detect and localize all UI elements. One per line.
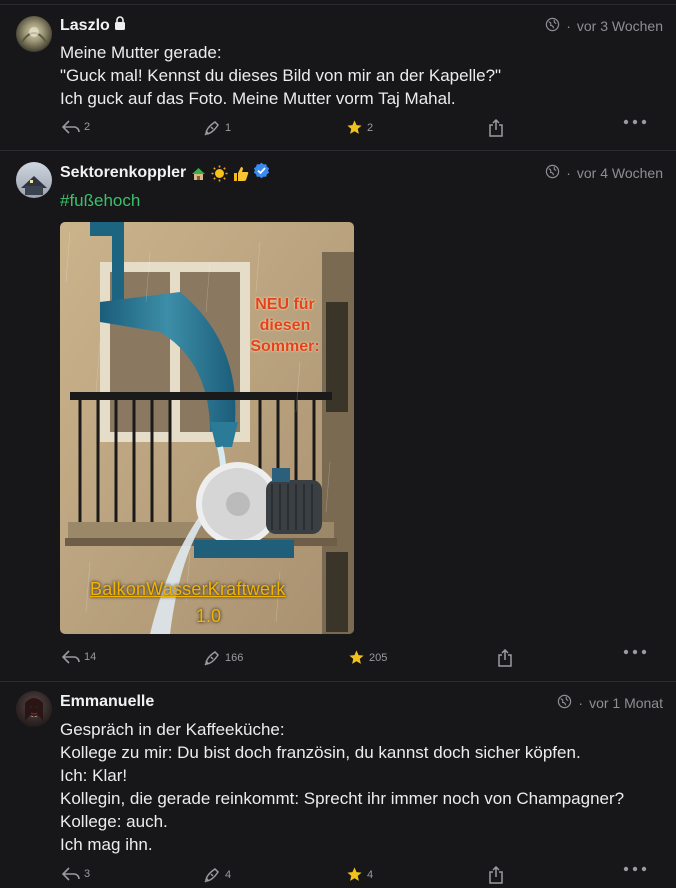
content-line: Kollege: auch.	[60, 812, 168, 831]
reply-icon	[62, 649, 80, 665]
image-text-line: NEU für	[255, 296, 315, 313]
favourite-count: 2	[367, 121, 374, 134]
image-headline: NEU für diesen Sommer:	[230, 294, 340, 357]
more-button[interactable]	[623, 119, 647, 125]
boost-icon	[203, 866, 221, 884]
favourite-button[interactable]: 4	[346, 866, 373, 883]
boost-count: 1	[225, 122, 232, 134]
image-version: 1.0	[196, 606, 222, 626]
boost-button[interactable]: 4	[203, 866, 231, 884]
reply-button[interactable]: 14	[62, 649, 96, 665]
hashtag-link[interactable]: #fußehoch	[60, 191, 140, 211]
favourite-count: 205	[369, 651, 388, 664]
star-icon	[346, 119, 363, 136]
content-line: Ich guck auf das Foto. Meine Mutter vorm…	[60, 89, 456, 108]
content-line: Ich mag ihn.	[60, 835, 153, 854]
star-icon	[346, 866, 363, 883]
more-icon	[623, 866, 647, 872]
boost-icon	[203, 119, 221, 137]
more-icon	[623, 649, 647, 655]
meta-separator: ·	[566, 165, 571, 181]
author-name[interactable]: Sektorenkoppler	[60, 164, 186, 182]
author-name[interactable]: Emmanuelle	[60, 693, 154, 711]
share-icon	[497, 649, 513, 667]
boost-count: 4	[225, 869, 232, 881]
reply-icon	[62, 866, 80, 882]
avatar[interactable]	[16, 162, 52, 198]
share-button[interactable]	[488, 866, 504, 884]
content-line: Meine Mutter gerade:	[60, 43, 222, 62]
content-line: Kollege zu mir: Du bist doch französin, …	[60, 743, 581, 762]
house-emoji-icon	[190, 165, 207, 182]
meta-separator: ·	[578, 695, 584, 711]
content-line: Gespräch in der Kaffeeküche:	[60, 720, 285, 739]
author-name[interactable]: Laszlo	[60, 17, 110, 35]
boost-icon	[203, 649, 221, 667]
post-laszlo[interactable]: Laszlo · vor 3 Wochen Meine Mutter gerad…	[0, 0, 676, 150]
reply-button[interactable]: 3	[62, 866, 90, 882]
image-text-line: diesen	[259, 317, 311, 334]
post-sektorenkoppler[interactable]: Sektorenkoppler · vor 4 Wochen #fußehoch	[0, 151, 676, 681]
more-button[interactable]	[623, 649, 647, 655]
lock-icon	[114, 16, 126, 35]
favourite-count: 4	[367, 868, 374, 881]
post-content: Meine Mutter gerade: "Guck mal! Kennst d…	[60, 41, 501, 110]
content-line: Kollegin, die gerade reinkommt: Sprecht …	[60, 789, 625, 808]
share-button[interactable]	[488, 119, 504, 137]
post-content: Gespräch in der Kaffeeküche: Kollege zu …	[60, 718, 624, 856]
reply-button[interactable]: 2	[62, 119, 90, 135]
reply-count: 14	[84, 651, 97, 663]
avatar[interactable]	[16, 16, 52, 52]
globe-icon	[545, 164, 560, 182]
content-line: Ich: Klar!	[60, 766, 128, 785]
boost-button[interactable]: 1	[203, 119, 231, 137]
boost-button[interactable]: 166	[203, 649, 243, 667]
post-meta: · vor 3 Wochen	[545, 17, 663, 35]
content-line: "Guck mal! Kennst du dieses Bild von mir…	[60, 66, 502, 85]
author-name-row: Emmanuelle	[60, 693, 154, 711]
share-button[interactable]	[497, 649, 513, 667]
action-bar: 3 4 4	[0, 866, 676, 888]
avatar[interactable]	[16, 691, 52, 727]
image-text-line: Sommer:	[250, 338, 320, 355]
post-emmanuelle[interactable]: Emmanuelle · vor 1 Monat Gespräch in der…	[0, 682, 676, 884]
image-product-name: BalkonWasserKraftwerk	[90, 579, 286, 599]
globe-icon	[545, 17, 560, 35]
boost-count: 166	[225, 652, 244, 664]
sun-emoji-icon	[211, 165, 228, 182]
more-icon	[623, 119, 647, 125]
favourite-button[interactable]: 2	[346, 119, 373, 136]
post-time[interactable]: vor 1 Monat	[589, 695, 663, 711]
star-icon	[348, 649, 365, 666]
more-button[interactable]	[623, 866, 647, 872]
thumbs-up-emoji-icon	[232, 165, 249, 182]
author-name-row: Sektorenkoppler	[60, 162, 270, 184]
action-bar: 14 166 205	[0, 649, 676, 671]
author-name-row: Laszlo	[60, 16, 126, 35]
globe-icon	[557, 694, 572, 712]
reply-icon	[62, 119, 80, 135]
media-attachment[interactable]: NEU für diesen Sommer: BalkonWasserKraft…	[60, 222, 354, 634]
post-time[interactable]: vor 3 Wochen	[577, 18, 663, 34]
post-meta: · vor 1 Monat	[557, 694, 663, 712]
action-bar: 2 1 2	[0, 119, 676, 141]
reply-count: 2	[84, 121, 91, 133]
share-icon	[488, 866, 504, 884]
post-meta: · vor 4 Wochen	[545, 164, 663, 182]
favourite-button[interactable]: 205	[348, 649, 387, 666]
reply-count: 3	[84, 868, 91, 880]
share-icon	[488, 119, 504, 137]
meta-separator: ·	[566, 18, 571, 34]
post-time[interactable]: vor 4 Wochen	[577, 165, 663, 181]
verified-badge-icon	[253, 162, 270, 184]
